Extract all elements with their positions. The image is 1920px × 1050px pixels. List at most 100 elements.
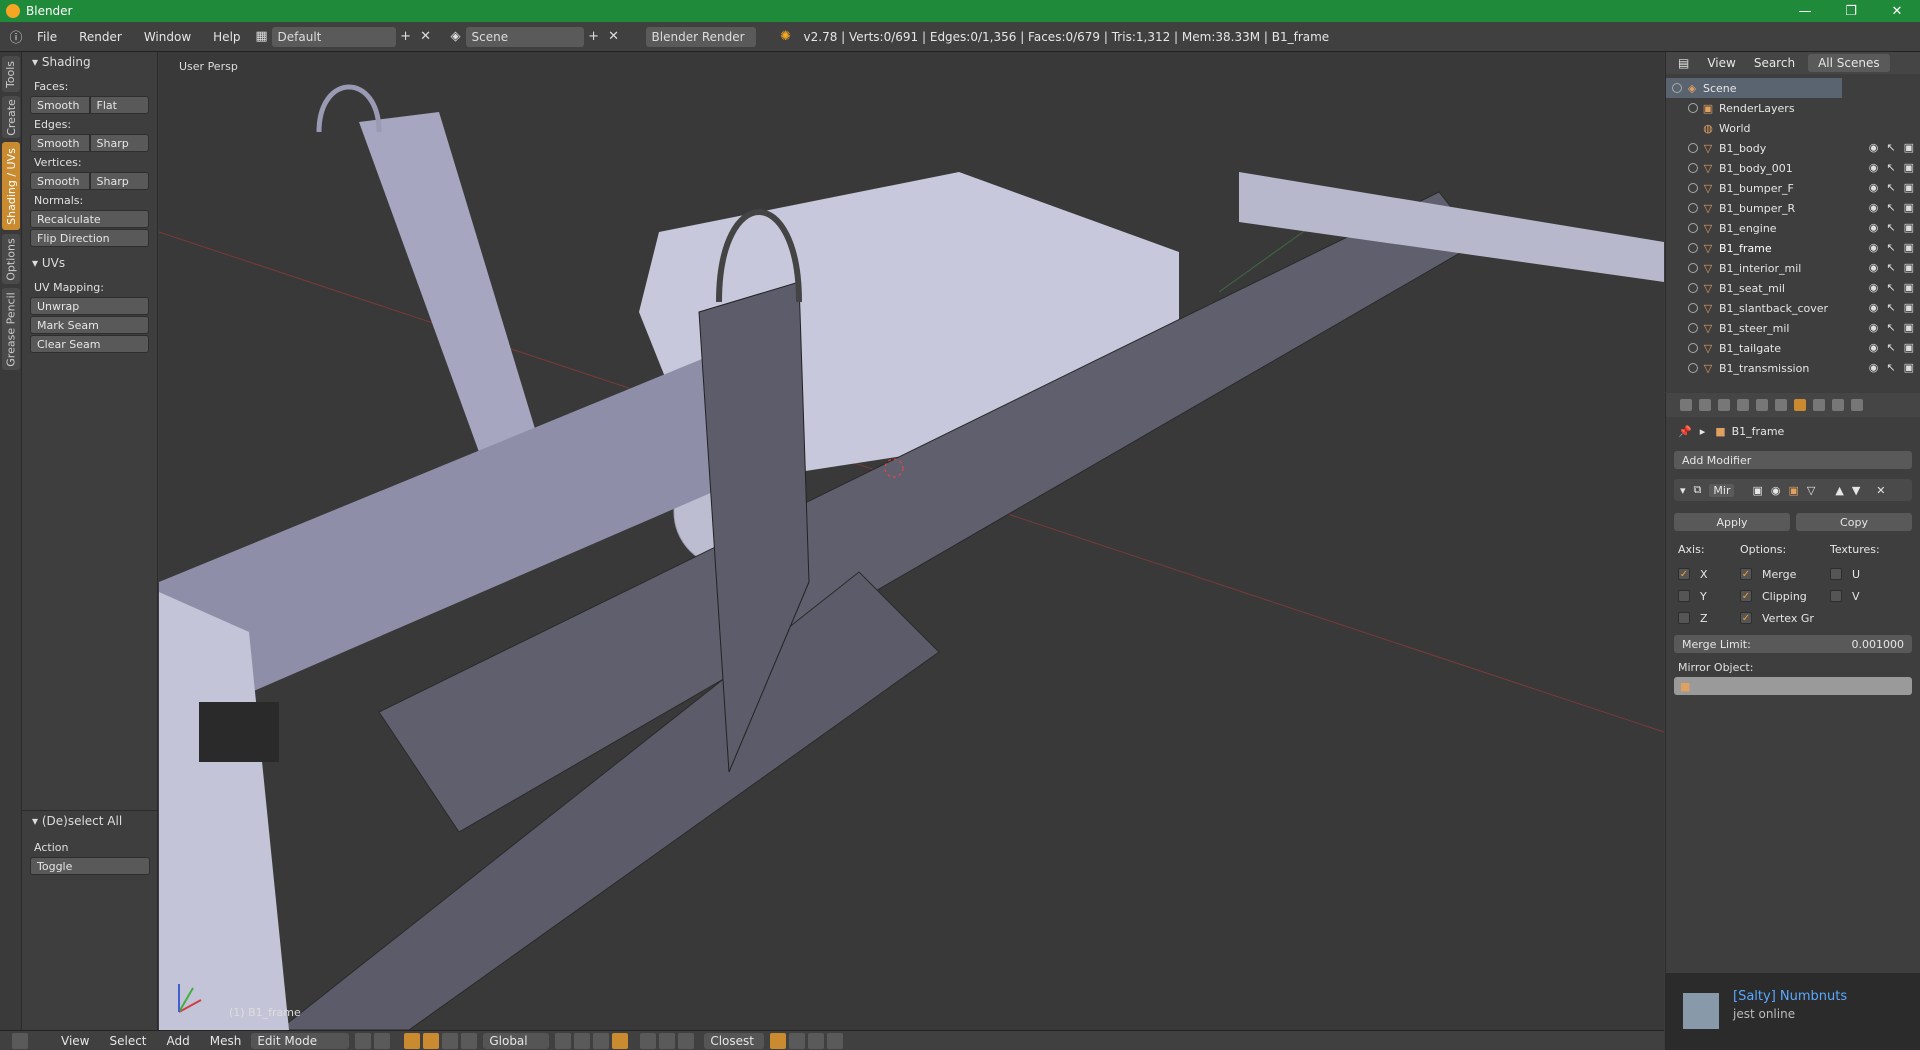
vertices-smooth-button[interactable]: Smooth xyxy=(30,172,90,190)
select-icon[interactable]: ↖ xyxy=(1886,341,1895,354)
modifiers-tab-icon[interactable] xyxy=(1794,399,1806,411)
close-button[interactable]: ✕ xyxy=(1874,0,1920,22)
select-icon[interactable]: ↖ xyxy=(1886,141,1895,154)
render-tab-icon[interactable] xyxy=(1680,399,1692,411)
visibility-icon[interactable]: ◉ xyxy=(1869,301,1879,314)
render-icon[interactable]: ▣ xyxy=(1904,181,1914,194)
outliner-display-select[interactable]: All Scenes xyxy=(1808,54,1890,72)
mark-seam-button[interactable]: Mark Seam xyxy=(30,316,149,334)
outliner-item-b1-engine[interactable]: ▽ B1_engine ◉ ↖ ▣ xyxy=(1666,218,1920,238)
unwrap-menu[interactable]: Unwrap xyxy=(30,297,149,315)
select-icon[interactable]: ↖ xyxy=(1886,321,1895,334)
menu-window[interactable]: Window xyxy=(133,30,202,44)
outliner-item-renderlayers[interactable]: ▣ RenderLayers xyxy=(1666,98,1920,118)
texture-u-checkbox[interactable] xyxy=(1830,568,1842,580)
tab-shading-uvs[interactable]: Shading / UVs xyxy=(2,142,20,230)
chat-notification[interactable]: [Salty] Numbnuts jest online xyxy=(1665,973,1920,1050)
outliner-item-b1-tailgate[interactable]: ▽ B1_tailgate ◉ ↖ ▣ xyxy=(1666,338,1920,358)
outliner-item-b1-body-001[interactable]: ▽ B1_body_001 ◉ ↖ ▣ xyxy=(1666,158,1920,178)
visibility-icon[interactable]: ◉ xyxy=(1869,181,1879,194)
data-tab-icon[interactable] xyxy=(1813,399,1825,411)
translate-icon[interactable] xyxy=(423,1032,440,1049)
outliner-item-b1-frame[interactable]: ▽ B1_frame ◉ ↖ ▣ xyxy=(1666,238,1920,258)
mirror-object-field[interactable]: ■ xyxy=(1674,677,1912,695)
chat-user-name[interactable]: [Salty] Numbnuts xyxy=(1733,989,1847,1004)
outliner-item-b1-slantback-cover[interactable]: ▽ B1_slantback_cover ◉ ↖ ▣ xyxy=(1666,298,1920,318)
outliner-item-b1-steer-mil[interactable]: ▽ B1_steer_mil ◉ ↖ ▣ xyxy=(1666,318,1920,338)
visibility-icon[interactable]: ◉ xyxy=(1869,321,1879,334)
editor-type-icon[interactable] xyxy=(12,1032,28,1049)
tab-grease-pencil[interactable]: Grease Pencil xyxy=(2,288,20,370)
outliner-item-b1-body[interactable]: ▽ B1_body ◉ ↖ ▣ xyxy=(1666,138,1920,158)
menu-select[interactable]: Select xyxy=(99,1034,156,1048)
select-icon[interactable]: ↖ xyxy=(1886,181,1895,194)
recalculate-button[interactable]: Recalculate xyxy=(30,210,149,228)
opengl-render-icon[interactable] xyxy=(808,1032,825,1049)
outliner-menu-search[interactable]: Search xyxy=(1745,56,1804,70)
flip-direction-button[interactable]: Flip Direction xyxy=(30,229,149,247)
outliner-editor-icon[interactable]: ▤ xyxy=(1666,56,1698,70)
menu-add[interactable]: Add xyxy=(157,1034,200,1048)
select-icon[interactable]: ↖ xyxy=(1886,161,1895,174)
vertex-groups-checkbox[interactable]: ✓ xyxy=(1740,612,1752,624)
texture-v-checkbox[interactable] xyxy=(1830,590,1842,602)
render-icon[interactable]: ▣ xyxy=(1904,221,1914,234)
opengl-anim-icon[interactable] xyxy=(827,1032,844,1049)
select-icon[interactable]: ↖ xyxy=(1886,361,1895,374)
proportional-edit-icon[interactable] xyxy=(640,1032,657,1049)
snap-align-icon[interactable] xyxy=(789,1032,806,1049)
render-icon[interactable]: ▣ xyxy=(1904,241,1914,254)
visibility-icon[interactable]: ◉ xyxy=(1869,141,1879,154)
menu-view[interactable]: View xyxy=(51,1034,99,1048)
visibility-icon[interactable]: ◉ xyxy=(1869,361,1879,374)
tab-tools[interactable]: Tools xyxy=(2,56,20,92)
select-icon[interactable]: ↖ xyxy=(1886,261,1895,274)
viewport-shading-icon[interactable] xyxy=(355,1032,372,1049)
clipping-checkbox[interactable]: ✓ xyxy=(1740,590,1752,602)
move-down-icon[interactable]: ▼ xyxy=(1852,484,1860,497)
render-toggle-icon[interactable]: ▣ xyxy=(1752,484,1762,497)
rotate-icon[interactable] xyxy=(442,1032,459,1049)
info-editor-icon[interactable]: ⓘ xyxy=(6,27,26,47)
faces-flat-button[interactable]: Flat xyxy=(89,96,149,114)
edges-sharp-button[interactable]: Sharp xyxy=(89,134,149,152)
snap-toggle-icon[interactable] xyxy=(678,1032,695,1049)
layout-field[interactable]: Default xyxy=(271,26,396,47)
pin-icon[interactable]: 📌 xyxy=(1678,425,1692,438)
render-icon[interactable]: ▣ xyxy=(1904,141,1914,154)
world-tab-icon[interactable] xyxy=(1737,399,1749,411)
collapse-modifier-icon[interactable]: ▾ xyxy=(1680,484,1686,497)
action-select[interactable]: Toggle xyxy=(30,857,150,875)
object-tab-icon[interactable] xyxy=(1756,399,1768,411)
editmode-toggle-icon[interactable]: ▣ xyxy=(1788,484,1798,497)
select-icon[interactable]: ↖ xyxy=(1886,241,1895,254)
visibility-icon[interactable]: ◉ xyxy=(1869,241,1879,254)
visibility-icon[interactable]: ◉ xyxy=(1869,261,1879,274)
merge-checkbox[interactable]: ✓ xyxy=(1740,568,1752,580)
layers-tab-icon[interactable] xyxy=(1699,399,1711,411)
material-tab-icon[interactable] xyxy=(1832,399,1844,411)
outliner-item-b1-bumper-f[interactable]: ▽ B1_bumper_F ◉ ↖ ▣ xyxy=(1666,178,1920,198)
viewport-toggle-icon[interactable]: ◉ xyxy=(1771,484,1781,497)
render-icon[interactable]: ▣ xyxy=(1904,361,1914,374)
uvs-panel-header[interactable]: ▾ UVs xyxy=(22,253,157,273)
outliner-item-b1-bumper-r[interactable]: ▽ B1_bumper_R ◉ ↖ ▣ xyxy=(1666,198,1920,218)
axis-y-checkbox[interactable] xyxy=(1678,590,1690,602)
visibility-icon[interactable]: ◉ xyxy=(1869,281,1879,294)
render-icon[interactable]: ▣ xyxy=(1904,281,1914,294)
copy-button[interactable]: Copy xyxy=(1796,513,1912,531)
3d-viewport[interactable]: User Persp (1) B1_frame xyxy=(159,52,1664,1030)
outliner-item-b1-transmission[interactable]: ▽ B1_transmission ◉ ↖ ▣ xyxy=(1666,358,1920,378)
menu-help[interactable]: Help xyxy=(202,30,251,44)
visibility-icon[interactable]: ◉ xyxy=(1869,221,1879,234)
snap-target-select[interactable]: Closest xyxy=(704,1032,765,1049)
constraints-tab-icon[interactable] xyxy=(1775,399,1787,411)
merge-limit-field[interactable]: Merge Limit: 0.001000 xyxy=(1674,635,1912,653)
minimize-button[interactable]: — xyxy=(1782,0,1828,22)
scene-tab-icon[interactable] xyxy=(1718,399,1730,411)
maximize-button[interactable]: ❐ xyxy=(1828,0,1874,22)
tab-create[interactable]: Create xyxy=(2,96,20,138)
render-icon[interactable]: ▣ xyxy=(1904,301,1914,314)
outliner-item-world[interactable]: ◍ World xyxy=(1666,118,1920,138)
menu-mesh[interactable]: Mesh xyxy=(200,1034,252,1048)
